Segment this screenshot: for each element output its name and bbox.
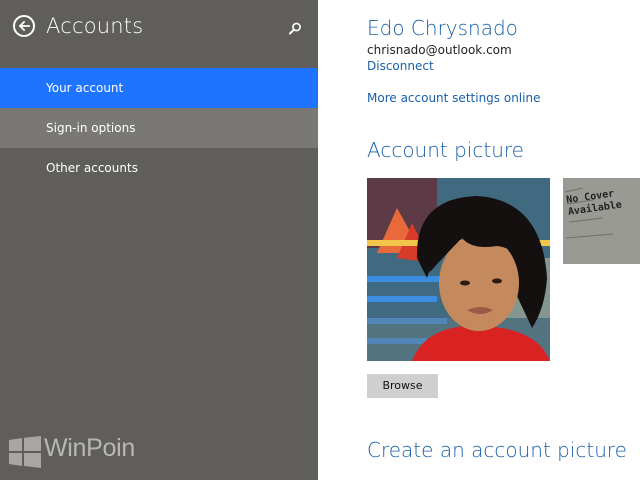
account-name: Edo Chrysnado	[367, 16, 518, 40]
previous-account-picture-thumbnail[interactable]: No Cover Available	[563, 178, 640, 264]
back-arrow-icon	[18, 20, 30, 32]
watermark-text: WinPoin	[44, 434, 135, 462]
sidebar-title: Accounts	[46, 14, 144, 38]
sidebar-header: Accounts	[0, 0, 318, 60]
account-details-pane: Edo Chrysnado chrisnado@outlook.com Disc…	[318, 0, 640, 480]
create-account-picture-heading: Create an account picture	[367, 438, 627, 462]
disconnect-link[interactable]: Disconnect	[367, 59, 434, 73]
windows-logo-icon	[9, 436, 41, 468]
account-picture-heading: Account picture	[367, 138, 524, 162]
browse-button[interactable]: Browse	[367, 374, 438, 398]
search-icon	[289, 22, 301, 35]
sidebar-item-sign-in-options[interactable]: Sign-in options	[0, 108, 318, 148]
more-account-settings-link[interactable]: More account settings online	[367, 91, 540, 105]
back-button[interactable]	[13, 15, 35, 37]
current-account-picture	[367, 178, 550, 361]
search-button[interactable]	[287, 21, 303, 37]
account-email: chrisnado@outlook.com	[367, 43, 512, 57]
sidebar-item-other-accounts[interactable]: Other accounts	[0, 148, 318, 188]
settings-sidebar: Accounts Your account Sign-in options Ot…	[0, 0, 318, 480]
sidebar-item-your-account[interactable]: Your account	[0, 68, 318, 108]
